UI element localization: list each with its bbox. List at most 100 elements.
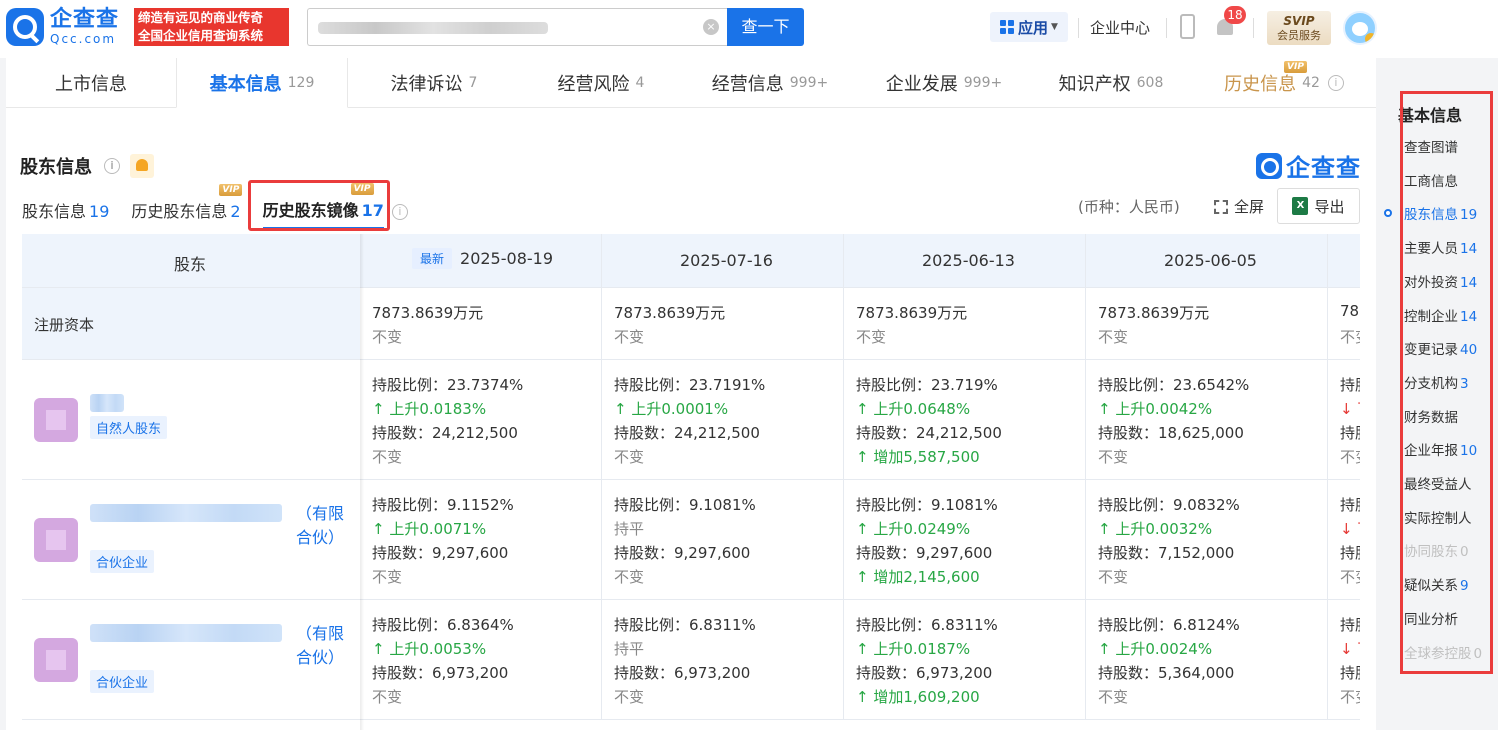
qcc-logo[interactable]: 企查查 Qcc.com xyxy=(6,8,119,46)
share-count: 持股数：6,973,200 xyxy=(856,664,993,682)
tab-count: 129 xyxy=(287,74,315,91)
table-row-next xyxy=(22,720,1360,730)
ratio-change: ↑ 上升0.0183% xyxy=(372,400,487,418)
shareholder-avatar xyxy=(34,518,78,562)
share-count: 持股数：5,364,000 xyxy=(1098,664,1235,682)
tab-count: 999+ xyxy=(789,75,829,91)
holding-ratio: 持股比例：6.8311% xyxy=(614,616,756,634)
table-header-date: 2025-06-13 xyxy=(844,234,1086,288)
shareholder-cell: （有限合伙） 合伙企业 xyxy=(22,480,360,600)
ratio-change: ↑ 上升0.0249% xyxy=(856,520,971,538)
shares-change: ↑ 增加1,609,200 xyxy=(856,688,980,706)
capital-change: 不变 xyxy=(856,328,887,346)
shares-change: 不变 xyxy=(614,448,645,466)
slogan-line-1: 缔造有远见的商业传奇 xyxy=(138,10,264,25)
shareholding-cell: 持股比例：23.7374% ↑ 上升0.0183% 持股数：24,212,500 不变 xyxy=(360,360,602,480)
subtab-history-shareholders[interactable]: 历史股东信息 2 VIP xyxy=(131,184,243,222)
shareholding-cell: 持股比例：6.8311% ↑ 上升0.0187% 持股数：6,973,200 ↑ 增加… xyxy=(844,600,1086,720)
tab-basic-info[interactable]: 基本信息 129 xyxy=(176,58,348,108)
date-header: 2025-06-13 xyxy=(922,251,1015,270)
shareholder-name-suffix[interactable]: （有限合伙） xyxy=(88,622,344,670)
ratio-change: ↑ 上升0.0187% xyxy=(856,640,971,658)
tab-development[interactable]: 企业发展 999+ xyxy=(858,58,1030,108)
svip-label: SVIP xyxy=(1283,14,1315,28)
ratio-change: 持平 xyxy=(614,640,645,658)
active-anchor-dot xyxy=(1384,209,1392,217)
share-count: 持股数：9,297,600 xyxy=(372,544,509,562)
shares-change: 不变 xyxy=(1098,568,1129,586)
top-header: 企查查 Qcc.com 缔造有远见的商业传奇 全国企业信用查询系统 × 查一下 … xyxy=(0,0,1498,58)
shares-change: 不变 xyxy=(614,688,645,706)
search-input[interactable]: × xyxy=(307,8,727,46)
partial-text: 持股 xyxy=(1340,376,1360,394)
user-avatar[interactable] xyxy=(1343,11,1377,45)
info-icon[interactable]: i xyxy=(391,204,408,220)
tab-ip[interactable]: 知识产权 608 xyxy=(1030,58,1192,108)
subtab-shareholders[interactable]: 股东信息 19 xyxy=(22,198,109,222)
svip-member-button[interactable]: SVIP 会员服务 xyxy=(1267,11,1331,45)
capital-value: 7873.8639万元 xyxy=(856,304,968,322)
capital-cell: 7873.8639万元 不变 xyxy=(1086,288,1328,360)
shareholding-cell-partial: 持股↓ 下持股不变 xyxy=(1328,480,1360,600)
member-service-label: 会员服务 xyxy=(1277,29,1321,42)
capital-value: 7873.8639万元 xyxy=(1098,304,1210,322)
shareholding-cell: 持股比例：9.0832% ↑ 上升0.0032% 持股数：7,152,000 不变 xyxy=(1086,480,1328,600)
ratio-change: ↑ 上升0.0024% xyxy=(1098,640,1213,658)
shareholder-name-suffix[interactable]: （有限合伙） xyxy=(88,502,344,550)
share-count: 持股数：24,212,500 xyxy=(856,424,1002,442)
main-panel: 上市信息 基本信息 129 法律诉讼 7 经营风险 4 经营信息 999+ 企业… xyxy=(6,58,1376,730)
tab-history-info[interactable]: 历史信息 42 i VIP xyxy=(1192,58,1376,108)
subtab-count: 19 xyxy=(89,202,110,221)
capital-cell-partial: 787 不变 xyxy=(1328,288,1360,360)
capital-change: 不变 xyxy=(1098,328,1129,346)
notification-badge: 18 xyxy=(1224,6,1246,24)
ratio-change: 持平 xyxy=(614,520,645,538)
tab-operation-risk[interactable]: 经营风险 4 xyxy=(520,58,682,108)
highlight-box xyxy=(1400,91,1493,674)
column-header: 股东 xyxy=(174,255,207,274)
highlight-box xyxy=(248,180,390,231)
holding-ratio: 持股比例：6.8364% xyxy=(372,616,514,634)
holding-ratio: 持股比例：9.0832% xyxy=(1098,496,1240,514)
tab-operation-info[interactable]: 经营信息 999+ xyxy=(682,58,858,108)
apps-menu-button[interactable]: 应用 ▼ xyxy=(990,12,1068,42)
table-header-date xyxy=(1328,234,1360,288)
divider xyxy=(1078,18,1079,38)
share-count: 持股数：24,212,500 xyxy=(614,424,760,442)
partial-text: 持股 xyxy=(1340,496,1360,514)
share-count: 持股数：24,212,500 xyxy=(372,424,518,442)
subscribe-bell-icon[interactable] xyxy=(130,154,154,178)
holding-ratio: 持股比例：23.6542% xyxy=(1098,376,1250,394)
search-button[interactable]: 查一下 xyxy=(727,8,804,46)
tab-label: 上市信息 xyxy=(55,74,127,95)
fullscreen-button[interactable]: 全屏 xyxy=(1214,196,1264,217)
tab-legal[interactable]: 法律诉讼 7 xyxy=(348,58,520,108)
ratio-change: ↑ 上升0.0001% xyxy=(614,400,729,418)
mobile-phone-icon[interactable] xyxy=(1180,14,1195,39)
tab-label: 经营信息 xyxy=(711,74,784,95)
shareholder-name-redacted[interactable] xyxy=(90,394,124,412)
table-header-date: 最新 2025-08-19 xyxy=(360,234,602,288)
clear-icon[interactable]: × xyxy=(703,19,719,35)
holding-ratio: 持股比例：9.1152% xyxy=(372,496,514,514)
shares-change: ↑ 增加5,587,500 xyxy=(856,448,980,466)
shareholder-cell: （有限合伙） 合伙企业 xyxy=(22,600,360,720)
ratio-change: ↑ 上升0.0042% xyxy=(1098,400,1213,418)
enterprise-center-link[interactable]: 企业中心 xyxy=(1090,17,1150,38)
partial-text: 持股 xyxy=(1340,544,1360,562)
capital-value: 7873.8639万元 xyxy=(614,304,726,322)
shareholding-cell: 持股比例：23.719% ↑ 上升0.0648% 持股数：24,212,500 ↑ 增… xyxy=(844,360,1086,480)
shareholding-cell: 持股比例：9.1081% 持平 持股数：9,297,600 不变 xyxy=(602,480,844,600)
slogan-line-2: 全国企业信用查询系统 xyxy=(138,28,264,43)
history-mirror-table: 股东 最新 2025-08-19 2025-07-16 2025-06-13 2… xyxy=(22,234,1360,730)
info-icon[interactable]: i xyxy=(104,158,120,174)
shareholding-cell: 持股比例：9.1081% ↑ 上升0.0249% 持股数：9,297,600 ↑ 增加… xyxy=(844,480,1086,600)
info-icon[interactable]: i xyxy=(1327,75,1344,91)
subtab-count: 2 xyxy=(230,202,241,221)
tab-listing-info[interactable]: 上市信息 xyxy=(6,58,176,108)
brand-text: 企查查 xyxy=(1286,154,1361,182)
capital-change: 不变 xyxy=(1340,328,1360,346)
capital-value: 7873.8639万元 xyxy=(372,304,484,322)
export-button[interactable]: X 导出 xyxy=(1277,188,1360,224)
frozen-column-shadow xyxy=(360,234,364,730)
